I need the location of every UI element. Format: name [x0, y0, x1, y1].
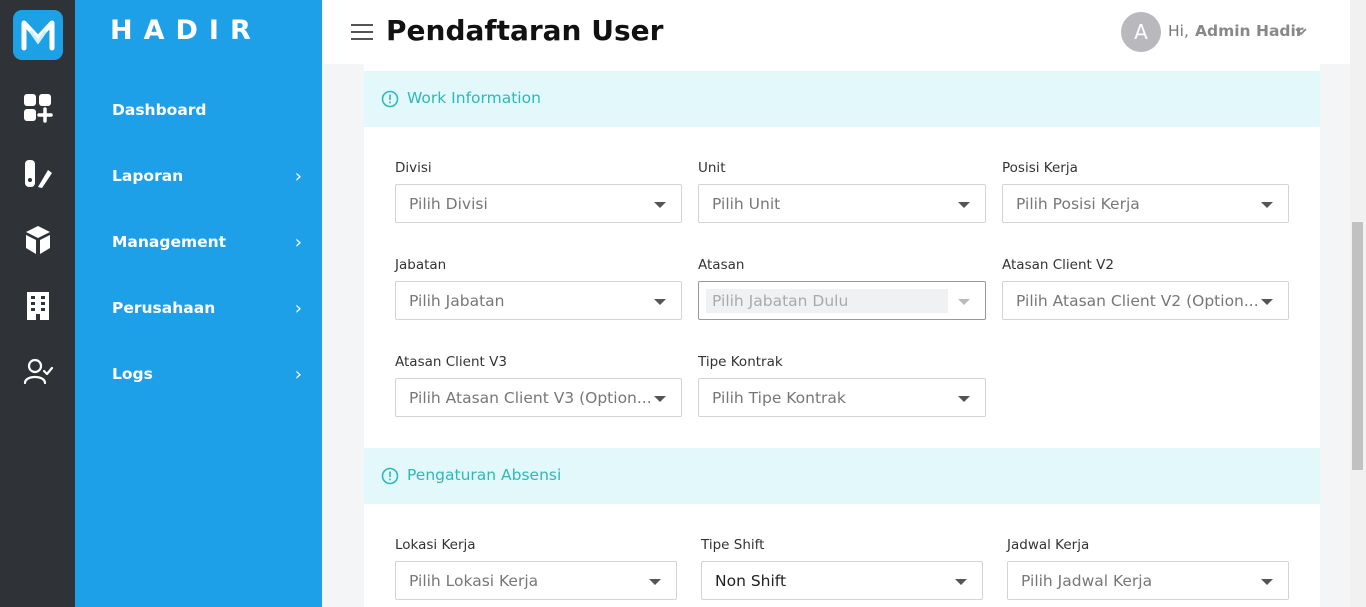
atasan-client-v3-placeholder: Pilih Atasan Client V3 (Option...: [409, 388, 652, 407]
chevron-down-icon[interactable]: [1294, 24, 1308, 38]
sidebar-item-label: Laporan: [112, 167, 184, 185]
box-icon[interactable]: [22, 224, 54, 256]
section-title: Pengaturan Absensi: [407, 466, 562, 484]
jadwal-kerja-placeholder: Pilih Jadwal Kerja: [1021, 571, 1153, 590]
sidebar-item-label: Management: [112, 233, 227, 251]
chevron-right-icon: ›: [294, 297, 302, 319]
sidebar-item-perusahaan[interactable]: Perusahaan ›: [112, 293, 308, 323]
hamburger-menu-icon[interactable]: [351, 24, 373, 40]
user-check-icon[interactable]: [22, 356, 54, 388]
atasan-client-v2-select[interactable]: Pilih Atasan Client V2 (Option...: [1002, 281, 1289, 320]
brand-name: HADIR: [110, 15, 262, 46]
dropdown-caret-icon: [649, 579, 661, 585]
tipe-shift-value: Non Shift: [715, 571, 787, 590]
divisi-placeholder: Pilih Divisi: [409, 194, 488, 213]
chevron-right-icon: ›: [294, 165, 302, 187]
dropdown-caret-icon: [1261, 202, 1273, 208]
unit-select[interactable]: Pilih Unit: [698, 184, 986, 223]
avatar[interactable]: A: [1121, 12, 1161, 52]
dropdown-caret-icon: [958, 202, 970, 208]
work-information-header: Work Information: [364, 71, 1320, 127]
sidebar-item-dashboard[interactable]: Dashboard: [112, 95, 308, 125]
hadir-logo-icon[interactable]: [13, 10, 63, 60]
dropdown-caret-icon: [654, 202, 666, 208]
posisi-kerja-select[interactable]: Pilih Posisi Kerja: [1002, 184, 1289, 223]
scrollbar-thumb[interactable]: [1352, 222, 1363, 470]
atasan-client-v3-select[interactable]: Pilih Atasan Client V3 (Option...: [395, 378, 682, 417]
posisi-kerja-placeholder: Pilih Posisi Kerja: [1016, 194, 1140, 213]
sidebar-item-logs[interactable]: Logs ›: [112, 359, 308, 389]
info-circle-icon: [381, 90, 399, 108]
chevron-right-icon: ›: [294, 363, 302, 385]
dropdown-caret-icon: [1261, 579, 1273, 585]
tipe-kontrak-label: Tipe Kontrak: [698, 354, 783, 370]
pengaturan-absensi-header: Pengaturan Absensi: [364, 448, 1320, 504]
divisi-label: Divisi: [395, 160, 432, 176]
dropdown-caret-icon: [654, 396, 666, 402]
atasan-client-v2-placeholder: Pilih Atasan Client V2 (Option...: [1016, 291, 1259, 310]
dropdown-caret-icon: [958, 299, 970, 305]
building-icon[interactable]: [22, 290, 54, 322]
sidebar-item-label: Logs: [112, 365, 153, 383]
lokasi-kerja-placeholder: Pilih Lokasi Kerja: [409, 571, 539, 590]
atasan-select: Pilih Jabatan Dulu: [698, 281, 986, 320]
posisi-kerja-label: Posisi Kerja: [1002, 160, 1078, 176]
atasan-placeholder: Pilih Jabatan Dulu: [706, 288, 949, 313]
jabatan-select[interactable]: Pilih Jabatan: [395, 281, 682, 320]
info-circle-icon: [381, 467, 399, 485]
jadwal-kerja-select[interactable]: Pilih Jadwal Kerja: [1007, 561, 1289, 600]
jabatan-placeholder: Pilih Jabatan: [409, 291, 505, 310]
atasan-client-v3-label: Atasan Client V3: [395, 354, 507, 370]
jadwal-kerja-label: Jadwal Kerja: [1007, 537, 1090, 553]
chevron-right-icon: ›: [294, 231, 302, 253]
sidebar-item-label: Dashboard: [112, 101, 207, 119]
jabatan-label: Jabatan: [395, 257, 447, 273]
report-icon[interactable]: [22, 158, 54, 190]
tipe-shift-label: Tipe Shift: [701, 537, 765, 553]
lokasi-kerja-select[interactable]: Pilih Lokasi Kerja: [395, 561, 677, 600]
sidebar-item-management[interactable]: Management ›: [112, 227, 308, 257]
dropdown-caret-icon: [654, 299, 666, 305]
tipe-shift-select[interactable]: Non Shift: [701, 561, 983, 600]
dropdown-caret-icon: [955, 579, 967, 585]
unit-placeholder: Pilih Unit: [712, 194, 781, 213]
section-title: Work Information: [407, 89, 541, 107]
user-menu-name[interactable]: Admin Hadir: [1195, 22, 1303, 40]
tipe-kontrak-select[interactable]: Pilih Tipe Kontrak: [698, 378, 986, 417]
sidebar-item-laporan[interactable]: Laporan ›: [112, 161, 308, 191]
lokasi-kerja-label: Lokasi Kerja: [395, 537, 476, 553]
dashboard-icon[interactable]: [22, 92, 54, 124]
tipe-kontrak-placeholder: Pilih Tipe Kontrak: [712, 388, 846, 407]
dropdown-caret-icon: [958, 396, 970, 402]
dropdown-caret-icon: [1261, 299, 1273, 305]
divisi-select[interactable]: Pilih Divisi: [395, 184, 682, 223]
atasan-client-v2-label: Atasan Client V2: [1002, 257, 1114, 273]
atasan-label: Atasan: [698, 257, 745, 273]
page-title: Pendaftaran User: [386, 14, 664, 47]
unit-label: Unit: [698, 160, 726, 176]
sidebar-item-label: Perusahaan: [112, 299, 216, 317]
greeting-text: Hi,: [1168, 22, 1189, 40]
